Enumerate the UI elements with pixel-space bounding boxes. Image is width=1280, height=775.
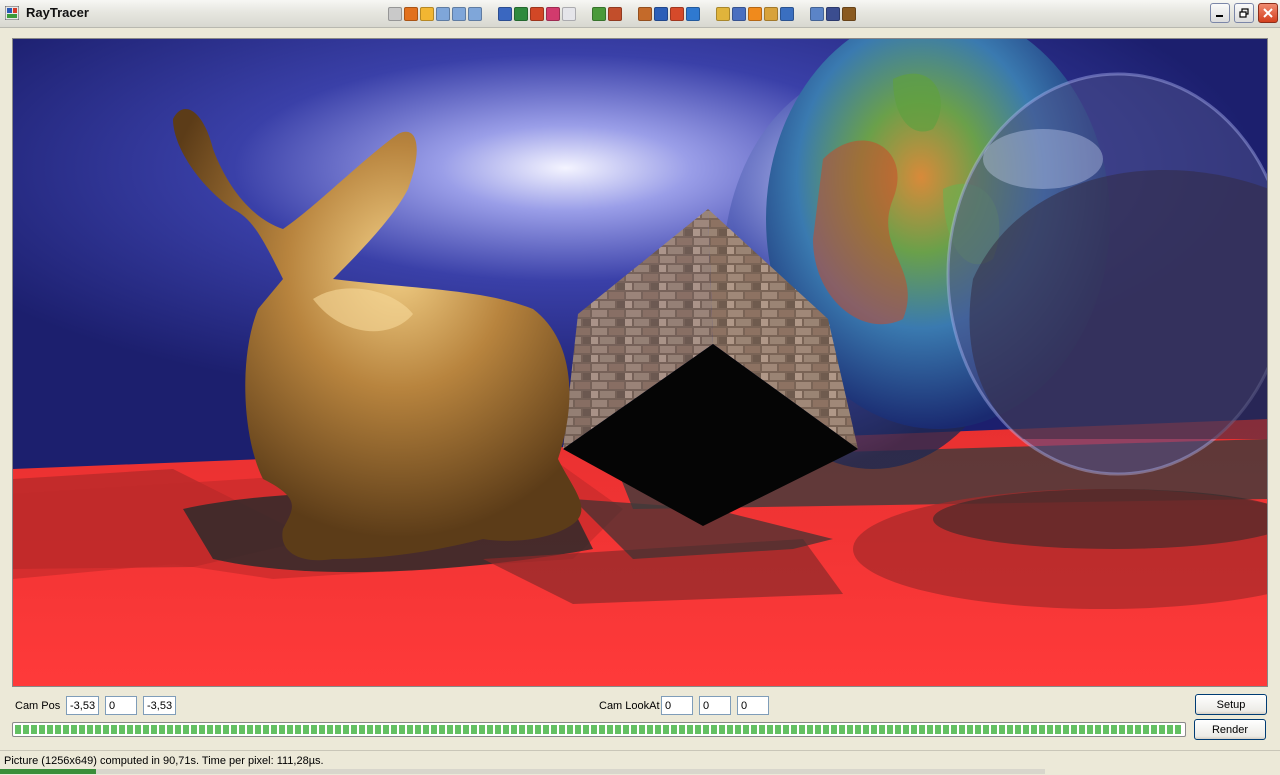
cam-pos-y-input[interactable] [105,696,137,715]
close-button[interactable] [1258,3,1278,23]
window-title: RayTracer [26,5,89,20]
trophy-icon[interactable] [388,7,402,21]
excel-icon[interactable] [514,7,528,21]
powerpoint-icon[interactable] [530,7,544,21]
ts-icon[interactable] [826,7,840,21]
network-icon[interactable] [732,7,746,21]
render-viewport [12,38,1268,687]
app-window-icon [5,6,19,20]
pencil-icon[interactable] [716,7,730,21]
minimize-button[interactable] [1210,3,1230,23]
minimize-icon [1216,15,1223,17]
close-icon [1263,8,1273,18]
vlc-icon[interactable] [748,7,762,21]
media-icon[interactable] [764,7,778,21]
word-icon[interactable] [498,7,512,21]
cam-lookat-y-input[interactable] [699,696,731,715]
cam-pos-x-input[interactable] [66,696,99,715]
cam-pos-z-input[interactable] [143,696,176,715]
tool-icon[interactable] [546,7,560,21]
wow-icon[interactable] [842,7,856,21]
folder-icon[interactable] [436,7,450,21]
render-button[interactable]: Render [1194,719,1266,740]
firefox-icon[interactable] [404,7,418,21]
mail-icon[interactable] [670,7,684,21]
paint-icon[interactable] [592,7,606,21]
status-text: Picture (1256x649) computed in 90,71s. T… [4,755,324,767]
title-bar: RayTracer [0,0,1280,28]
render-progress-fill [15,725,1183,734]
restore-icon [1239,8,1249,18]
cam-pos-label: Cam Pos [15,700,61,712]
document-icon[interactable] [810,7,824,21]
folder-icon[interactable] [468,7,482,21]
sync-icon[interactable] [638,7,652,21]
cam-lookat-x-input[interactable] [661,696,693,715]
cam-lookat-label: Cam LookAt [599,700,660,712]
render-progress-bar [12,722,1186,737]
cam-lookat-z-input[interactable] [737,696,769,715]
restore-button[interactable] [1234,3,1254,23]
quicklaunch-toolbar [388,5,858,23]
player-icon[interactable] [780,7,794,21]
folder-icon[interactable] [452,7,466,21]
globe-icon[interactable] [654,7,668,21]
setup-button[interactable]: Setup [1195,694,1267,715]
sun-icon[interactable] [420,7,434,21]
brush-icon[interactable] [608,7,622,21]
raytraced-scene [13,39,1267,686]
notepad-icon[interactable] [562,7,576,21]
taskbar-strip [0,769,1045,774]
ie-icon[interactable] [686,7,700,21]
